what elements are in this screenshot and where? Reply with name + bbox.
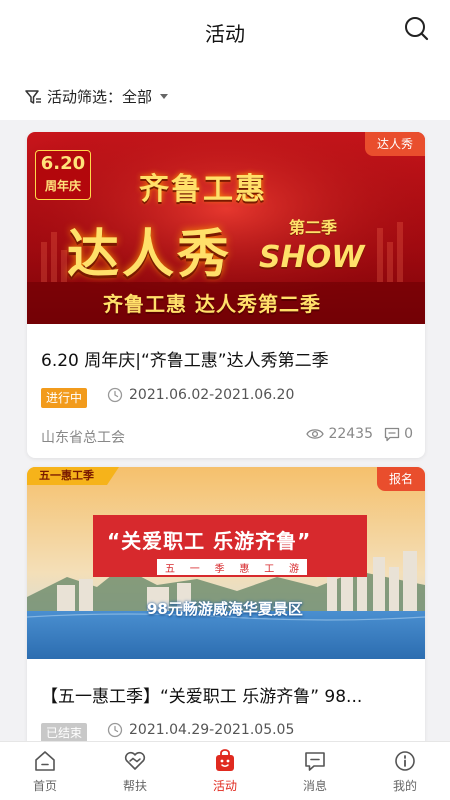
banner-chip: 季 — [214, 564, 225, 575]
status-badge: 进行中 — [41, 388, 88, 408]
banner-headline: “关爱职工 乐游齐鲁” — [107, 529, 312, 553]
clock-icon — [107, 722, 123, 738]
activity-card[interactable]: 五一惠工季 “关爱职工 乐游齐鲁” 五 一 季 惠 工 游 98元畅游威海华夏景… — [27, 467, 425, 757]
banner-chip: 五 — [165, 564, 175, 575]
activity-title[interactable]: 【五一惠工季】“关爱职工 乐游齐鲁” 98... — [41, 682, 413, 707]
header-bar: 活动 活动筛选： 全部 — [0, 0, 450, 120]
banner-ribbon: 五一惠工季 — [39, 469, 94, 482]
profile-icon — [395, 751, 415, 771]
organizer: 山东省总工会 — [41, 430, 125, 446]
view-count: 22435 — [306, 426, 373, 442]
page-title: 活动 — [205, 22, 245, 46]
banner-subline: 齐鲁工惠 达人秀第二季 — [103, 292, 321, 316]
date-range: 2021.04.29-2021.05.05 — [129, 722, 295, 738]
search-button[interactable] — [402, 14, 432, 44]
tab-assistance[interactable]: 帮扶 — [90, 742, 180, 800]
banner-chip: 工 — [264, 564, 275, 575]
tab-activity[interactable]: 活动 — [180, 742, 270, 800]
tab-label: 消息 — [302, 779, 327, 793]
eye-icon — [306, 429, 325, 439]
clock-icon — [107, 387, 123, 403]
tab-label: 首页 — [32, 779, 57, 793]
filter-label: 活动筛选： — [47, 88, 123, 106]
anniversary-badge: 6.20 周年庆 — [35, 150, 91, 200]
tab-messages[interactable]: 消息 — [270, 742, 360, 800]
bottom-tab-bar: 首页 帮扶 活动 消息 我的 — [0, 741, 450, 800]
banner-chip: 惠 — [239, 564, 250, 575]
date-range: 2021.06.02-2021.06.20 — [129, 387, 295, 403]
banner-show: SHOW — [259, 240, 365, 275]
activity-tag: 报名 — [376, 467, 425, 491]
banner-line1: 齐鲁工惠 — [139, 172, 267, 207]
activity-banner[interactable]: 五一惠工季 “关爱职工 乐游齐鲁” 五 一 季 惠 工 游 98元畅游威海华夏景… — [27, 467, 425, 659]
status-badge: 已结束 — [41, 723, 88, 743]
tab-label: 我的 — [392, 779, 417, 793]
home-icon — [35, 751, 55, 771]
banner-chip: 一 — [189, 564, 200, 575]
tab-label: 帮扶 — [122, 779, 147, 793]
heart-hands-icon — [124, 751, 146, 770]
message-icon — [305, 752, 325, 771]
tab-home[interactable]: 首页 — [0, 742, 90, 800]
activity-bag-icon — [216, 749, 234, 771]
banner-subchips: 五 一 季 惠 工 游 — [165, 560, 299, 575]
activity-tag: 达人秀 — [364, 132, 425, 156]
activity-title[interactable]: 6.20 周年庆|“齐鲁工惠”达人秀第二季 — [41, 346, 413, 371]
filter-icon — [25, 89, 41, 104]
search-icon — [405, 17, 429, 41]
comment-count-value: 0 — [404, 426, 413, 442]
banner-caption: 98元畅游威海华夏景区 — [147, 600, 303, 618]
filter-value: 全部 — [122, 88, 153, 106]
comment-count: 0 — [384, 426, 413, 442]
banner-chip: 游 — [288, 564, 299, 575]
tab-label: 活动 — [212, 779, 237, 793]
comment-icon — [384, 427, 400, 441]
banner-line2: 达人秀 — [67, 225, 233, 285]
badge-date: 6.20 — [40, 153, 86, 174]
activity-filter[interactable]: 活动筛选： 全部 — [24, 86, 169, 107]
chevron-down-icon — [160, 94, 169, 99]
activity-banner[interactable]: 6.20 周年庆 齐鲁工惠 达人秀 第二季 SHOW 齐鲁工惠 达人秀第二季 达… — [27, 132, 425, 324]
activity-date: 2021.04.29-2021.05.05 — [107, 722, 294, 738]
activity-date: 2021.06.02-2021.06.20 — [107, 387, 294, 403]
activity-card[interactable]: 6.20 周年庆 齐鲁工惠 达人秀 第二季 SHOW 齐鲁工惠 达人秀第二季 达… — [27, 132, 425, 458]
banner-season: 第二季 — [289, 218, 338, 237]
view-count-value: 22435 — [328, 426, 373, 442]
tab-profile[interactable]: 我的 — [360, 742, 450, 800]
badge-label: 周年庆 — [44, 179, 81, 193]
